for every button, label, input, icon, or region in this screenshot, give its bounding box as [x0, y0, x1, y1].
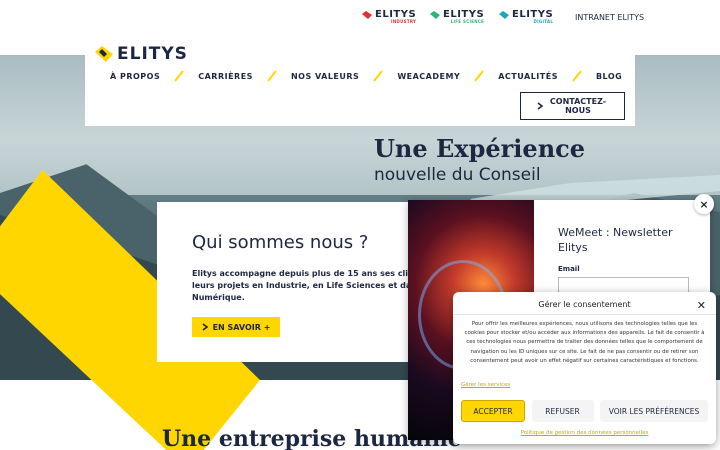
- brand-link-industry[interactable]: ELITYS INDUSTRY: [362, 9, 416, 24]
- contact-button[interactable]: CONTACTEZ-NOUS: [520, 92, 625, 120]
- consent-text: Pour offrir les meilleures expériences, …: [464, 321, 705, 364]
- nav-item-weacademy[interactable]: WEACADEMY: [397, 72, 460, 81]
- consent-buttons: ACCEPTER REFUSER VOIR LES PRÉFÉRENCES: [461, 400, 708, 422]
- refuse-button[interactable]: REFUSER: [531, 400, 594, 422]
- learn-more-label: EN SAVOIR +: [212, 322, 271, 332]
- about-title: Qui sommes nous ?: [192, 232, 369, 253]
- privacy-policy-link[interactable]: Politique de gestion des données personn…: [453, 430, 716, 436]
- elitys-lifescience-mark-icon: [430, 10, 440, 19]
- hero-subtitle: nouvelle du Conseil: [374, 165, 541, 185]
- newsletter-close-button[interactable]: ×: [694, 194, 714, 214]
- nav-separator-icon: [174, 70, 185, 82]
- header-card: ELITYS À PROPOS CARRIÈRES NOS VALEURS WE…: [85, 34, 635, 126]
- main-nav: À PROPOS CARRIÈRES NOS VALEURS WEACADEMY…: [110, 70, 622, 82]
- logo-text: ELITYS: [117, 44, 188, 64]
- nav-item-blog[interactable]: BLOG: [596, 72, 622, 81]
- elitys-logo-mark-icon: [95, 46, 113, 62]
- about-text: Elitys accompagne depuis plus de 15 ans …: [192, 268, 427, 304]
- chevron-right-icon: [202, 323, 208, 331]
- about-text-line: Elitys accompagne depuis plus de 15 ans …: [192, 269, 427, 278]
- elitys-industry-mark-icon: [362, 10, 372, 19]
- nav-separator-icon: [572, 70, 582, 82]
- page: ELITYS INDUSTRY ELITYS LIFE SCIENCE ELIT…: [0, 0, 720, 450]
- accept-button[interactable]: ACCEPTER: [461, 400, 525, 422]
- site-logo[interactable]: ELITYS: [95, 44, 188, 64]
- consent-divider: [453, 314, 716, 315]
- nav-separator-icon: [373, 70, 384, 82]
- preferences-button[interactable]: VOIR LES PRÉFÉRENCES: [600, 400, 708, 422]
- consent-title: Gérer le consentement: [538, 300, 631, 309]
- hero-title: Une Expérience: [374, 134, 586, 163]
- nav-item-nos-valeurs[interactable]: NOS VALEURS: [291, 72, 359, 81]
- elitys-digital-mark-icon: [499, 10, 509, 19]
- nav-item-actualites[interactable]: ACTUALITÉS: [498, 72, 558, 81]
- nav-item-carrieres[interactable]: CARRIÈRES: [198, 72, 253, 81]
- newsletter-email-label: Email: [558, 265, 580, 273]
- brand-sub: DIGITAL: [533, 19, 554, 24]
- brand-sub: LIFE SCIENCE: [450, 19, 485, 24]
- consent-close-icon[interactable]: ✕: [697, 299, 706, 312]
- nav-separator-icon: [474, 70, 485, 82]
- chevron-right-icon: [537, 102, 543, 110]
- brand-sub: INDUSTRY: [391, 19, 417, 24]
- brand-link-lifescience[interactable]: ELITYS LIFE SCIENCE: [430, 9, 484, 24]
- top-bar: ELITYS INDUSTRY ELITYS LIFE SCIENCE ELIT…: [0, 0, 720, 34]
- nav-separator-icon: [267, 70, 277, 82]
- brand-link-digital[interactable]: ELITYS DIGITAL: [499, 9, 553, 24]
- newsletter-title: WeMeet : Newsletter Elitys: [558, 226, 673, 254]
- about-card: Qui sommes nous ? Elitys accompagne depu…: [157, 202, 427, 362]
- learn-more-button[interactable]: EN SAVOIR +: [192, 317, 280, 337]
- nav-item-a-propos[interactable]: À PROPOS: [110, 72, 160, 81]
- about-text-line: leurs projets en Industrie, en Life Scie…: [192, 281, 427, 290]
- contact-button-label: CONTACTEZ-NOUS: [549, 97, 607, 115]
- intranet-link[interactable]: INTRANET ELITYS: [575, 13, 644, 22]
- about-text-line: Numérique.: [192, 293, 245, 302]
- cookie-consent-dialog: Gérer le consentement ✕ Pour offrir les …: [453, 292, 716, 444]
- manage-services-link[interactable]: Gérer les services: [461, 382, 510, 388]
